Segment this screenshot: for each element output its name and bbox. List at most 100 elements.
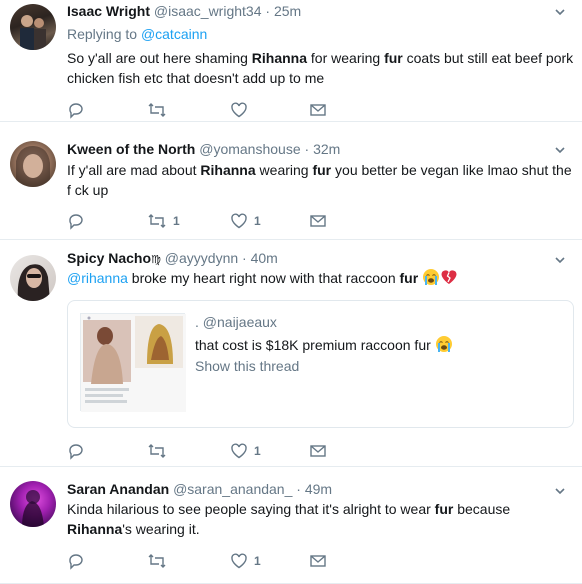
tweet-actions xyxy=(67,100,367,120)
reply-icon xyxy=(69,214,83,230)
replying-to: Replying to @catcainn xyxy=(67,25,207,44)
retweet-button[interactable] xyxy=(147,100,173,120)
avatar[interactable] xyxy=(10,4,56,50)
retweet-icon xyxy=(148,554,166,568)
display-name[interactable]: Saran Anandan xyxy=(67,481,169,497)
like-button[interactable]: 1 xyxy=(230,211,261,231)
username[interactable]: @ayyydynn xyxy=(165,250,238,266)
timestamp[interactable]: · 32m xyxy=(305,141,341,157)
username[interactable]: @saran_anandan_ xyxy=(173,481,292,497)
tweet[interactable]: Saran Anandan @saran_anandan_ · 49m Kind… xyxy=(0,468,582,584)
tweet-text: @rihanna broke my heart right now with t… xyxy=(67,268,577,288)
like-icon xyxy=(231,102,247,118)
text-keyword: fur xyxy=(434,501,454,517)
avatar-photo xyxy=(20,15,46,50)
tweet-text: So y'all are out here shaming Rihanna fo… xyxy=(67,48,577,88)
caret-down-icon[interactable] xyxy=(554,254,566,266)
text-keyword: Rihanna xyxy=(67,521,123,537)
direct-message-icon xyxy=(310,215,326,227)
direct-message-icon xyxy=(310,104,326,116)
quoted-media-image xyxy=(81,314,186,412)
text-keyword: Rihanna xyxy=(251,50,308,66)
text-segment: Kinda hilarious to see people saying tha… xyxy=(67,501,435,517)
timestamp[interactable]: · 49m xyxy=(296,481,332,497)
like-button[interactable]: 1 xyxy=(230,441,261,461)
caret-down-icon[interactable] xyxy=(554,144,566,156)
text-keyword: fur xyxy=(399,270,419,286)
like-count: 1 xyxy=(254,444,261,458)
text-segment: for wearing xyxy=(307,50,385,66)
tweet[interactable]: Spicy Nacho♍ @ayyydynn · 40m @rihanna br… xyxy=(0,241,582,467)
text-keyword: Rihanna xyxy=(200,162,256,178)
mention-link[interactable]: @rihanna xyxy=(67,270,128,286)
tweet-header: Kween of the North @yomanshouse · 32m xyxy=(67,140,340,159)
reply-button[interactable] xyxy=(67,100,85,120)
retweet-button[interactable] xyxy=(147,441,173,461)
tweet-actions: 1 xyxy=(67,551,367,571)
avatar[interactable] xyxy=(10,255,56,301)
timestamp[interactable]: · 40m xyxy=(242,250,278,266)
tweet[interactable]: Isaac Wright @isaac_wright34 · 25m Reply… xyxy=(0,0,582,122)
retweet-button[interactable]: 1 xyxy=(147,211,180,231)
like-icon xyxy=(231,213,247,229)
display-name[interactable]: Isaac Wright xyxy=(67,3,150,19)
text-segment: broke my heart right now with that racco… xyxy=(127,270,400,286)
avatar-photo xyxy=(16,145,50,187)
retweet-count: 1 xyxy=(173,214,180,228)
text-segment: So y'all are out here shaming xyxy=(67,50,252,66)
reply-icon xyxy=(69,554,83,570)
replying-to-label: Replying to xyxy=(67,26,138,42)
text-keyword: fur xyxy=(312,162,332,178)
avatar[interactable] xyxy=(10,141,56,187)
avatar[interactable] xyxy=(10,481,56,527)
quoted-author[interactable]: . @naijaeaux xyxy=(195,314,277,330)
direct-message-button[interactable] xyxy=(309,551,327,571)
tweet-text: Kinda hilarious to see people saying tha… xyxy=(67,499,577,539)
caret-down-icon[interactable] xyxy=(554,6,566,18)
timestamp[interactable]: · 25m xyxy=(265,3,301,19)
reply-to-mention[interactable]: @catcainn xyxy=(141,26,207,42)
like-icon xyxy=(231,553,247,569)
username[interactable]: @isaac_wright34 xyxy=(154,3,262,19)
reply-button[interactable] xyxy=(67,441,85,461)
display-name[interactable]: Spicy Nacho xyxy=(67,250,151,266)
tweet-header: Isaac Wright @isaac_wright34 · 25m xyxy=(67,2,301,21)
avatar-photo xyxy=(22,490,44,527)
tweet-actions: 1 xyxy=(67,441,367,461)
text-keyword: fur xyxy=(384,50,403,66)
display-name[interactable]: Kween of the North xyxy=(67,141,195,157)
text-segment: because xyxy=(453,501,511,517)
text-segment: wearing xyxy=(255,162,313,178)
avatar-photo xyxy=(17,264,50,301)
quoted-text-content: that cost is $18K premium raccoon fur xyxy=(195,337,431,353)
tweet[interactable]: Kween of the North @yomanshouse · 32m If… xyxy=(0,123,582,240)
retweet-button[interactable] xyxy=(147,551,173,571)
retweet-icon xyxy=(148,444,166,458)
reply-button[interactable] xyxy=(67,211,85,231)
quoted-tweet[interactable]: . @naijaeaux that cost is $18K premium r… xyxy=(67,300,574,428)
retweet-icon xyxy=(148,214,166,228)
direct-message-icon xyxy=(310,555,326,567)
tweet-header: Spicy Nacho♍ @ayyydynn · 40m xyxy=(67,249,278,270)
username[interactable]: @yomanshouse xyxy=(199,141,300,157)
broken-heart-emoji xyxy=(441,270,457,284)
text-segment: 's wearing it. xyxy=(122,521,200,537)
direct-message-button[interactable] xyxy=(309,100,327,120)
like-button[interactable]: 1 xyxy=(230,551,261,571)
tweet-header: Saran Anandan @saran_anandan_ · 49m xyxy=(67,480,332,499)
quoted-tweet-media[interactable] xyxy=(80,313,186,412)
show-this-thread-link[interactable]: Show this thread xyxy=(195,358,299,374)
like-count: 1 xyxy=(254,554,261,568)
like-button[interactable] xyxy=(230,100,254,120)
reply-button[interactable] xyxy=(67,551,85,571)
direct-message-button[interactable] xyxy=(309,441,327,461)
like-icon xyxy=(231,443,247,459)
caret-down-icon[interactable] xyxy=(554,485,566,497)
quoted-text: that cost is $18K premium raccoon fur xyxy=(195,335,453,353)
reply-icon xyxy=(69,103,83,119)
reply-icon xyxy=(69,444,83,460)
name-badge: ♍ xyxy=(151,254,161,266)
tweet-actions: 1 1 xyxy=(67,211,367,231)
retweet-icon xyxy=(148,103,166,117)
direct-message-button[interactable] xyxy=(309,211,327,231)
